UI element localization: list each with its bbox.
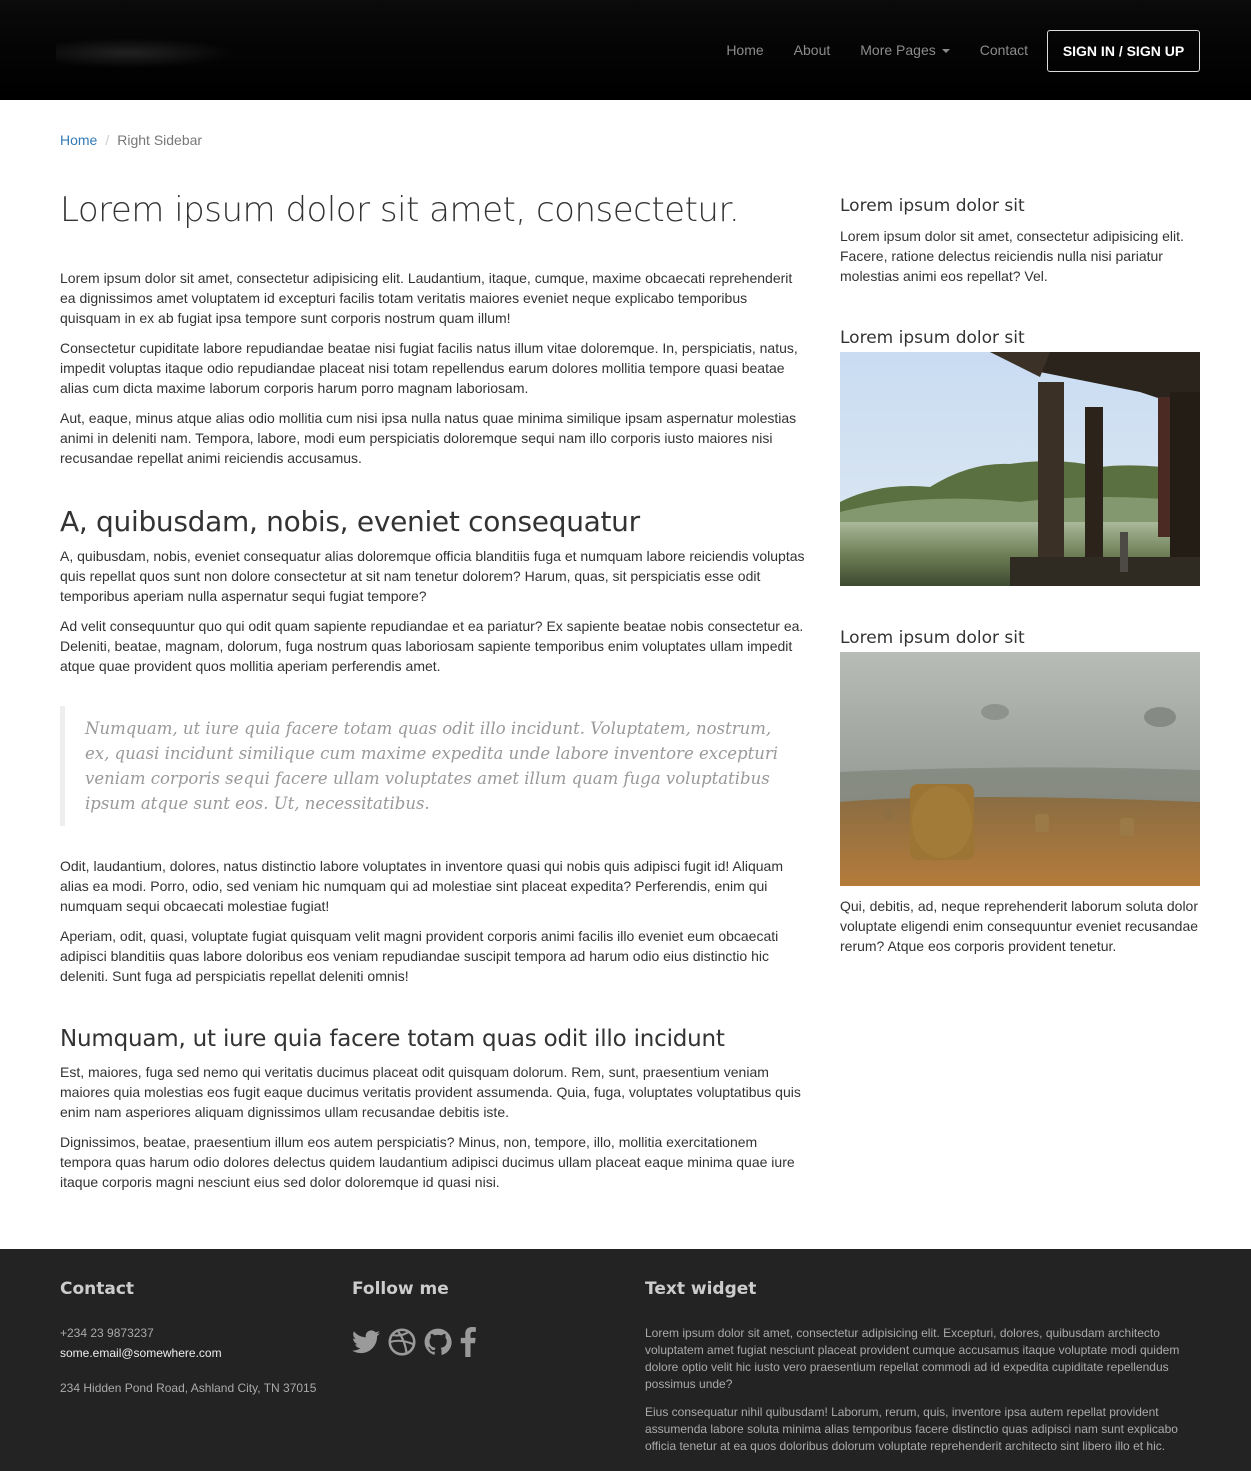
footer: Contact +234 23 9873237 some.email@somew… xyxy=(0,1249,1251,1471)
sidebar-widget: Lorem ipsum dolor sit Lorem ipsum dolor … xyxy=(840,194,1200,286)
widget-title: Lorem ipsum dolor sit xyxy=(840,196,1025,216)
signin-button[interactable]: SIGN IN / SIGN UP xyxy=(1047,30,1200,72)
footer-phone: +234 23 9873237 xyxy=(60,1326,154,1340)
footer-follow: Follow me xyxy=(352,1277,612,1357)
paragraph: Ad velit consequuntur quo qui odit quam … xyxy=(60,618,804,674)
blockquote: Numquam, ut iure quia facere totam quas … xyxy=(60,706,810,826)
breadcrumb: Home / Right Sidebar xyxy=(60,130,202,150)
paragraph: Odit, laudantium, dolores, natus distinc… xyxy=(60,858,783,914)
widget-title: Lorem ipsum dolor sit xyxy=(840,628,1025,648)
footer-text-paragraph: Lorem ipsum dolor sit amet, consectetur … xyxy=(645,1326,1180,1391)
widget-text: Qui, debitis, ad, neque reprehenderit la… xyxy=(840,898,1199,954)
breadcrumb-current: Right Sidebar xyxy=(117,132,203,148)
footer-email-link[interactable]: some.email@somewhere.com xyxy=(60,1346,222,1360)
section-heading: A, quibusdam, nobis, eveniet consequatur xyxy=(60,505,640,538)
paragraph: Est, maiores, fuga sed nemo qui veritati… xyxy=(60,1064,801,1120)
nav-menu: Home About More Pages Contact xyxy=(711,0,1043,100)
breadcrumb-separator: / xyxy=(105,132,110,148)
footer-contact: Contact +234 23 9873237 some.email@somew… xyxy=(60,1277,330,1397)
caret-down-icon xyxy=(941,49,950,54)
paragraph: Consectetur cupiditate labore repudianda… xyxy=(60,340,798,396)
sidebar-widget: Lorem ipsum dolor sit Qui, debitis, ad, … xyxy=(840,626,1200,956)
breadcrumb-home[interactable]: Home xyxy=(60,132,97,148)
widget-text: Lorem ipsum dolor sit amet, consectetur … xyxy=(840,228,1184,284)
footer-contact-title: Contact xyxy=(60,1279,135,1299)
article: Lorem ipsum dolor sit amet, consectetur.… xyxy=(60,188,810,1202)
paragraph: Aut, eaque, minus atque alias odio molli… xyxy=(60,410,797,466)
section-heading: Numquam, ut iure quia facere totam quas … xyxy=(60,1026,725,1052)
nav-more-pages[interactable]: More Pages xyxy=(845,40,964,60)
nav-contact[interactable]: Contact xyxy=(965,40,1043,60)
hay-field-image xyxy=(840,652,1200,886)
widget-title: Lorem ipsum dolor sit xyxy=(840,328,1025,348)
nav-home[interactable]: Home xyxy=(711,40,778,60)
paragraph: Lorem ipsum dolor sit amet, consectetur … xyxy=(60,270,793,326)
footer-follow-title: Follow me xyxy=(352,1279,449,1299)
brand-logo[interactable] xyxy=(56,38,236,68)
dribbble-icon[interactable] xyxy=(388,1328,416,1356)
footer-text-title: Text widget xyxy=(645,1279,757,1299)
footer-address: 234 Hidden Pond Road, Ashland City, TN 3… xyxy=(60,1381,317,1395)
github-icon[interactable] xyxy=(424,1328,452,1356)
sidebar-widget: Lorem ipsum dolor sit xyxy=(840,326,1200,586)
paragraph: A, quibusdam, nobis, eveniet consequatur… xyxy=(60,548,805,604)
page-title: Lorem ipsum dolor sit amet, consectetur. xyxy=(60,190,740,230)
nav-more-pages-label: More Pages xyxy=(860,42,936,58)
paragraph: Dignissimos, beatae, praesentium illum e… xyxy=(60,1134,795,1190)
navbar: Home About More Pages Contact SIGN IN / … xyxy=(0,0,1251,100)
sidebar: Lorem ipsum dolor sit Lorem ipsum dolor … xyxy=(840,194,1200,956)
quote-text: Numquam, ut iure quia facere totam quas … xyxy=(85,719,779,813)
social-links xyxy=(352,1327,612,1357)
nav-about[interactable]: About xyxy=(779,40,846,60)
twitter-icon[interactable] xyxy=(352,1330,380,1354)
footer-text-widget: Text widget Lorem ipsum dolor sit amet, … xyxy=(645,1277,1185,1455)
footer-text-paragraph: Eius consequatur nihil quibusdam! Laboru… xyxy=(645,1405,1178,1453)
lake-dock-image xyxy=(840,352,1200,586)
facebook-icon[interactable] xyxy=(460,1327,476,1357)
paragraph: Aperiam, odit, quasi, voluptate fugiat q… xyxy=(60,928,779,984)
